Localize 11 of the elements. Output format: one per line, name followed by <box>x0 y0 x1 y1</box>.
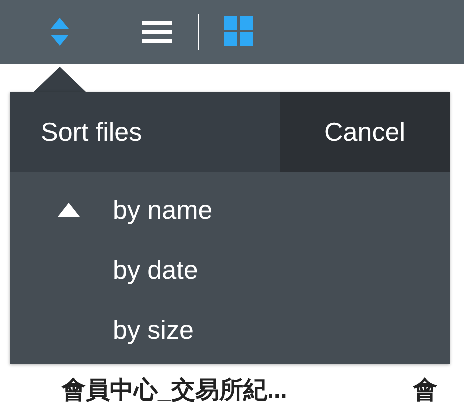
sort-option[interactable]: by name <box>10 180 450 240</box>
sort-icon[interactable] <box>50 16 70 48</box>
list-view-icon <box>142 21 172 43</box>
sort-option[interactable]: by date <box>10 240 450 300</box>
file-name: 會 <box>413 376 438 406</box>
grid-view-icon <box>224 16 253 48</box>
cancel-button[interactable]: Cancel <box>280 92 450 172</box>
view-mode-button[interactable] <box>142 21 172 43</box>
file-name: 會員中心_交易所紀... <box>62 376 288 406</box>
popover-title: Sort files <box>10 92 280 172</box>
sort-option[interactable]: by size <box>10 300 450 360</box>
